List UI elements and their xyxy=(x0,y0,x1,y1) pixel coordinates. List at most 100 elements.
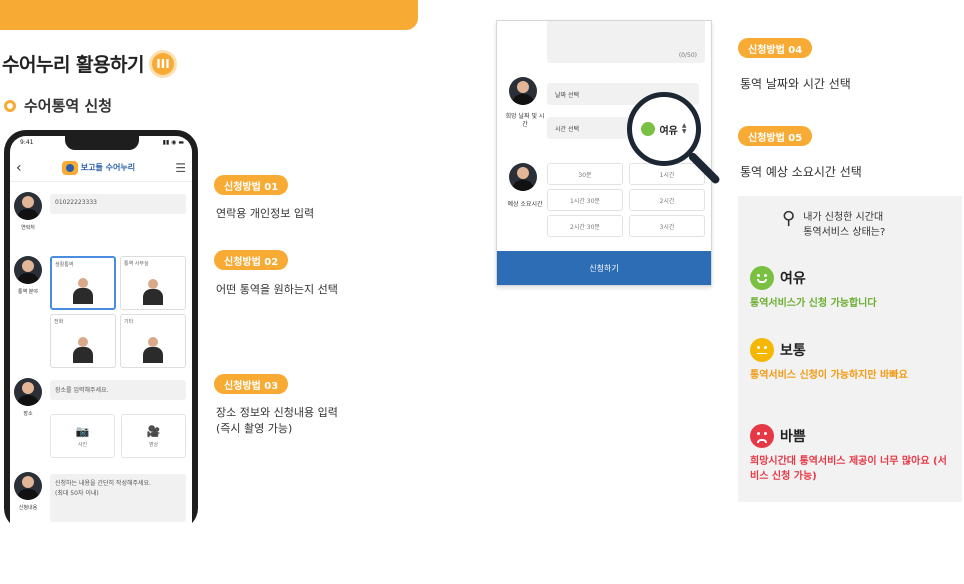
interpret-type-grid: 생활통역 통역 사무실 전화 기타 xyxy=(50,256,186,368)
step-pill-01: 신청방법 01 xyxy=(214,175,289,195)
time-select-label: 시간 선택 xyxy=(555,126,579,133)
status-title-text: 바쁨 xyxy=(780,429,806,445)
type-option-label: 통역 사무실 xyxy=(124,261,149,267)
duration-label: 예상 소요시간 xyxy=(507,201,543,208)
neutral-face-icon xyxy=(750,338,774,362)
avatar xyxy=(509,163,537,191)
status-item-busy: 바쁨 희망시간대 통역서비스 제공이 너무 많아요 (서비스 신청 가능) xyxy=(750,424,950,484)
phone-notch xyxy=(65,136,139,150)
app-header: ‹ 보고들 수어누리 ☰ xyxy=(10,154,192,182)
top-accent-bar xyxy=(0,0,418,30)
duration-grid: 30분 1시간 1시간 30분 2시간 2시간 30분 3시간 xyxy=(547,163,705,237)
avatar xyxy=(14,472,42,500)
section-title: 수어누리 활용하기 xyxy=(2,54,144,76)
photo-button[interactable]: 📷 사진 xyxy=(50,414,115,458)
contact-label: 연락처 xyxy=(21,225,35,231)
step-pill-03: 신청방법 03 xyxy=(214,374,289,394)
contact-field[interactable]: 01022223333 xyxy=(50,194,186,214)
duration-option[interactable]: 30분 xyxy=(547,163,623,185)
smile-icon xyxy=(641,122,656,136)
duration-option[interactable]: 3시간 xyxy=(629,215,705,237)
memo-textarea[interactable]: (0/50) xyxy=(547,21,705,63)
phone-mockup: 9:41 ▮▮ ◉ ▬ ‹ 보고들 수어누리 ☰ 연락처 01022223333… xyxy=(4,130,198,530)
status-question-text: 내가 신청한 시간대 통역서비스 상태는? xyxy=(803,210,885,240)
logo-text: 보고들 수어누리 xyxy=(80,163,136,172)
type-option-life[interactable]: 생활통역 xyxy=(50,256,116,310)
section-heading: 수어누리 활용하기 III xyxy=(2,50,174,77)
duration-option[interactable]: 1시간 xyxy=(629,163,705,185)
request-textarea[interactable]: 신청하는 내용을 간단히 작성해주세요. (최대 50자 이내) xyxy=(50,474,186,522)
app-logo: 보고들 수어누리 xyxy=(61,160,136,175)
step-pill-04: 신청방법 04 xyxy=(738,38,813,58)
logo-mark-icon xyxy=(61,160,78,175)
sad-face-icon xyxy=(750,424,774,448)
step-desc-03-line2: (즉시 촬영 가능) xyxy=(216,422,293,435)
type-option-other[interactable]: 기타 xyxy=(120,314,186,368)
phone-screen: 9:41 ▮▮ ◉ ▬ ‹ 보고들 수어누리 ☰ 연락처 01022223333… xyxy=(10,136,192,530)
sub-heading-title: 수어통역 신청 xyxy=(24,97,113,115)
media-buttons: 📷 사진 🎥 영상 xyxy=(50,414,186,458)
type-option-office[interactable]: 통역 사무실 xyxy=(120,256,186,310)
photo-label: 사진 xyxy=(77,441,88,448)
magnifier-lens: 여유 ▲ ▼ xyxy=(627,92,701,166)
request-label: 신청내용 xyxy=(18,505,38,511)
stepper-arrows-icon: ▲ ▼ xyxy=(681,122,687,135)
avatar xyxy=(14,192,42,220)
video-camera-icon: 🎥 xyxy=(146,424,161,438)
request-hint: (최대 50자 이내) xyxy=(55,490,99,497)
type-label: 통역 분야 xyxy=(18,289,38,295)
question-line-2: 통역서비스 상태는? xyxy=(803,227,886,238)
question-line-1: 내가 신청한 시간대 xyxy=(803,212,884,223)
submit-button[interactable]: 신청하기 xyxy=(497,251,711,285)
happy-face-icon xyxy=(750,266,774,290)
step-desc-03-line1: 장소 정보와 신청내용 입력 xyxy=(216,406,338,419)
status-item-normal: 보통 통역서비스 신청이 가능하지만 바빠요 xyxy=(750,338,950,383)
status-question: ⚲ 내가 신청한 시간대 통역서비스 상태는? xyxy=(782,210,885,240)
interpreter-figure-icon xyxy=(73,337,93,363)
status-desc: 통역서비스가 신청 가능합니다 xyxy=(750,298,877,309)
duration-option[interactable]: 1시간 30분 xyxy=(547,189,623,211)
request-placeholder: 신청하는 내용을 간단히 작성해주세요. xyxy=(55,480,151,487)
type-option-phone[interactable]: 전화 xyxy=(50,314,116,368)
interpreter-figure-icon xyxy=(143,279,163,305)
avatar xyxy=(14,256,42,284)
status-title: 여유 xyxy=(750,266,950,290)
status-indicators: ▮▮ ◉ ▬ xyxy=(162,139,184,146)
step-desc-04: 통역 날짜와 시간 선택 xyxy=(740,77,851,91)
step-pill-05: 신청방법 05 xyxy=(738,126,813,146)
interpreter-figure-icon xyxy=(143,337,163,363)
duration-option[interactable]: 2시간 xyxy=(629,189,705,211)
step-desc-03: 장소 정보와 신청내용 입력 (즉시 촬영 가능) xyxy=(216,405,338,437)
memo-count: (0/50) xyxy=(678,52,697,59)
magnifier-status: 여유 xyxy=(659,125,678,137)
status-title-text: 여유 xyxy=(780,271,806,287)
place-input[interactable]: 장소를 입력해주세요. xyxy=(50,380,186,400)
duration-option[interactable]: 2시간 30분 xyxy=(547,215,623,237)
status-title: 바쁨 xyxy=(750,424,950,448)
step-pill-02: 신청방법 02 xyxy=(214,250,289,270)
type-option-label: 기타 xyxy=(124,319,134,325)
video-button[interactable]: 🎥 영상 xyxy=(121,414,186,458)
avatar xyxy=(509,77,537,105)
hamburger-menu-icon[interactable]: ☰ xyxy=(175,161,186,175)
status-title-text: 보통 xyxy=(780,343,806,359)
step-desc-05: 통역 예상 소요시간 선택 xyxy=(740,165,862,179)
camera-icon: 📷 xyxy=(75,424,90,438)
type-option-label: 전화 xyxy=(54,319,64,325)
back-arrow-icon[interactable]: ‹ xyxy=(16,160,22,176)
status-desc: 통역서비스 신청이 가능하지만 바빠요 xyxy=(750,370,908,381)
step-desc-02: 어떤 통역을 원하는지 선택 xyxy=(216,283,338,296)
step-desc-01: 연락용 개인정보 입력 xyxy=(216,207,315,220)
date-row-label: 희망 날짜 및 시간 xyxy=(505,113,545,128)
sub-heading: 수어통역 신청 xyxy=(4,95,112,116)
status-item-free: 여유 통역서비스가 신청 가능합니다 xyxy=(750,266,950,311)
search-icon: ⚲ xyxy=(782,208,796,229)
status-time: 9:41 xyxy=(20,139,34,146)
place-label: 장소 xyxy=(23,411,33,417)
roman-numeral-badge: III xyxy=(151,52,174,75)
date-select-label: 날짜 선택 xyxy=(555,92,579,99)
interpreter-figure-icon xyxy=(73,278,93,304)
ring-bullet-icon xyxy=(4,99,16,112)
status-legend-panel: ⚲ 내가 신청한 시간대 통역서비스 상태는? 여유 통역서비스가 신청 가능합… xyxy=(738,196,962,502)
status-desc: 희망시간대 통역서비스 제공이 너무 많아요 (서비스 신청 가능) xyxy=(750,456,947,482)
